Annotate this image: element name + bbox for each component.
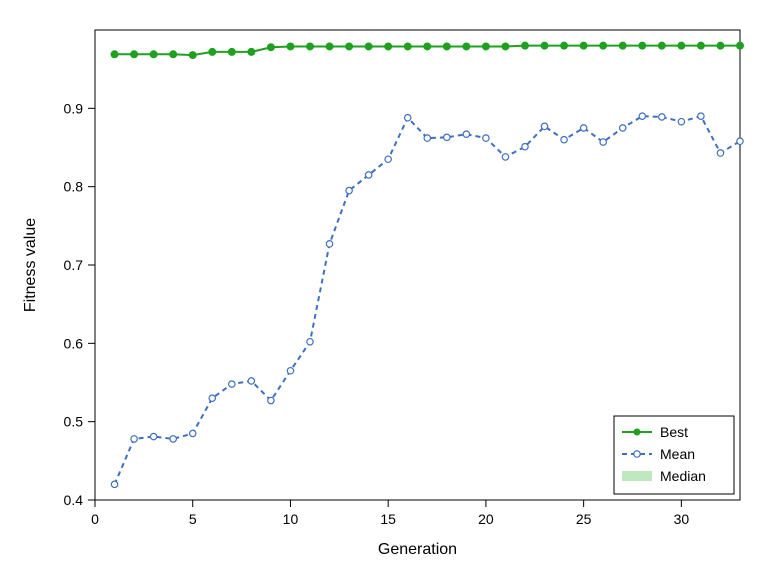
series-point: [561, 42, 568, 49]
series-point: [659, 114, 665, 120]
series-point: [580, 125, 586, 131]
series-point: [404, 43, 411, 50]
x-tick-label: 5: [189, 511, 197, 527]
series-point: [502, 43, 509, 50]
series-point: [170, 51, 177, 58]
series-point: [346, 43, 353, 50]
legend-label: Mean: [660, 446, 695, 462]
series-point: [111, 51, 118, 58]
series-point: [580, 42, 587, 49]
series-point: [150, 433, 156, 439]
series-point: [522, 144, 528, 150]
series-point: [463, 43, 470, 50]
x-tick-label: 20: [478, 511, 494, 527]
series-point: [365, 43, 372, 50]
series-point: [346, 187, 352, 193]
legend-marker: [634, 429, 641, 436]
series-point: [737, 138, 743, 144]
series-point: [150, 51, 157, 58]
y-tick-label: 0.6: [64, 335, 84, 351]
series-point: [561, 136, 567, 142]
series-point: [541, 123, 547, 129]
series-point: [483, 135, 489, 141]
series-point: [190, 430, 196, 436]
series-point: [405, 115, 411, 121]
series-point: [424, 135, 430, 141]
x-tick-label: 15: [380, 511, 396, 527]
series-point: [385, 156, 391, 162]
chart-container: 0 5 10 15 20 25 30 0.4 0.5 0.6 0.7 0.8 0.9 Generation…: [0, 0, 768, 576]
series-point: [443, 43, 450, 50]
series-point: [209, 48, 216, 55]
x-tick-label: 10: [283, 511, 299, 527]
series-point: [111, 481, 117, 487]
series-point: [424, 43, 431, 50]
series-point: [268, 397, 274, 403]
series-point: [287, 43, 294, 50]
series-point: [444, 134, 450, 140]
legend-swatch-median: [622, 471, 652, 481]
series-point: [717, 42, 724, 49]
series-point: [502, 154, 508, 160]
series-point: [326, 43, 333, 50]
chart-svg: 0 5 10 15 20 25 30 0.4 0.5 0.6 0.7 0.8 0.9 Generation…: [0, 0, 768, 576]
series-point: [385, 43, 392, 50]
series-point: [248, 378, 254, 384]
series-point: [541, 42, 548, 49]
legend-marker: [634, 451, 640, 457]
series-point: [678, 118, 684, 124]
series-point: [365, 172, 371, 178]
y-tick-label: 0.5: [64, 414, 84, 430]
series-point: [678, 42, 685, 49]
series-point: [326, 241, 332, 247]
series-point: [131, 436, 137, 442]
x-axis-label: Generation: [378, 541, 457, 558]
x-tick-label: 0: [91, 511, 99, 527]
series-point: [620, 125, 626, 131]
series-point: [248, 48, 255, 55]
series-point: [619, 42, 626, 49]
series-point: [522, 42, 529, 49]
y-tick-label: 0.9: [64, 100, 84, 116]
series-point: [170, 436, 176, 442]
series-point: [639, 42, 646, 49]
legend-label: Best: [660, 424, 688, 440]
series-point: [287, 368, 293, 374]
y-tick-label: 0.4: [64, 492, 84, 508]
series-point: [189, 52, 196, 59]
series-point: [482, 43, 489, 50]
series-point: [209, 395, 215, 401]
series-point: [600, 139, 606, 145]
series-point: [131, 51, 138, 58]
y-tick-label: 0.7: [64, 257, 84, 273]
series-point: [697, 42, 704, 49]
series-point: [600, 42, 607, 49]
series-point: [228, 48, 235, 55]
series-point: [658, 42, 665, 49]
x-tick-label: 30: [674, 511, 690, 527]
x-tick-label: 25: [576, 511, 592, 527]
series-point: [737, 42, 744, 49]
series-point: [267, 44, 274, 51]
series-point: [698, 113, 704, 119]
series-point: [307, 339, 313, 345]
series-point: [717, 150, 723, 156]
legend-label: Median: [660, 468, 706, 484]
y-axis-label: Fitness value: [22, 218, 39, 312]
series-point: [229, 381, 235, 387]
y-tick-label: 0.8: [64, 179, 84, 195]
series-point: [639, 113, 645, 119]
series-point: [307, 43, 314, 50]
series-point: [463, 131, 469, 137]
